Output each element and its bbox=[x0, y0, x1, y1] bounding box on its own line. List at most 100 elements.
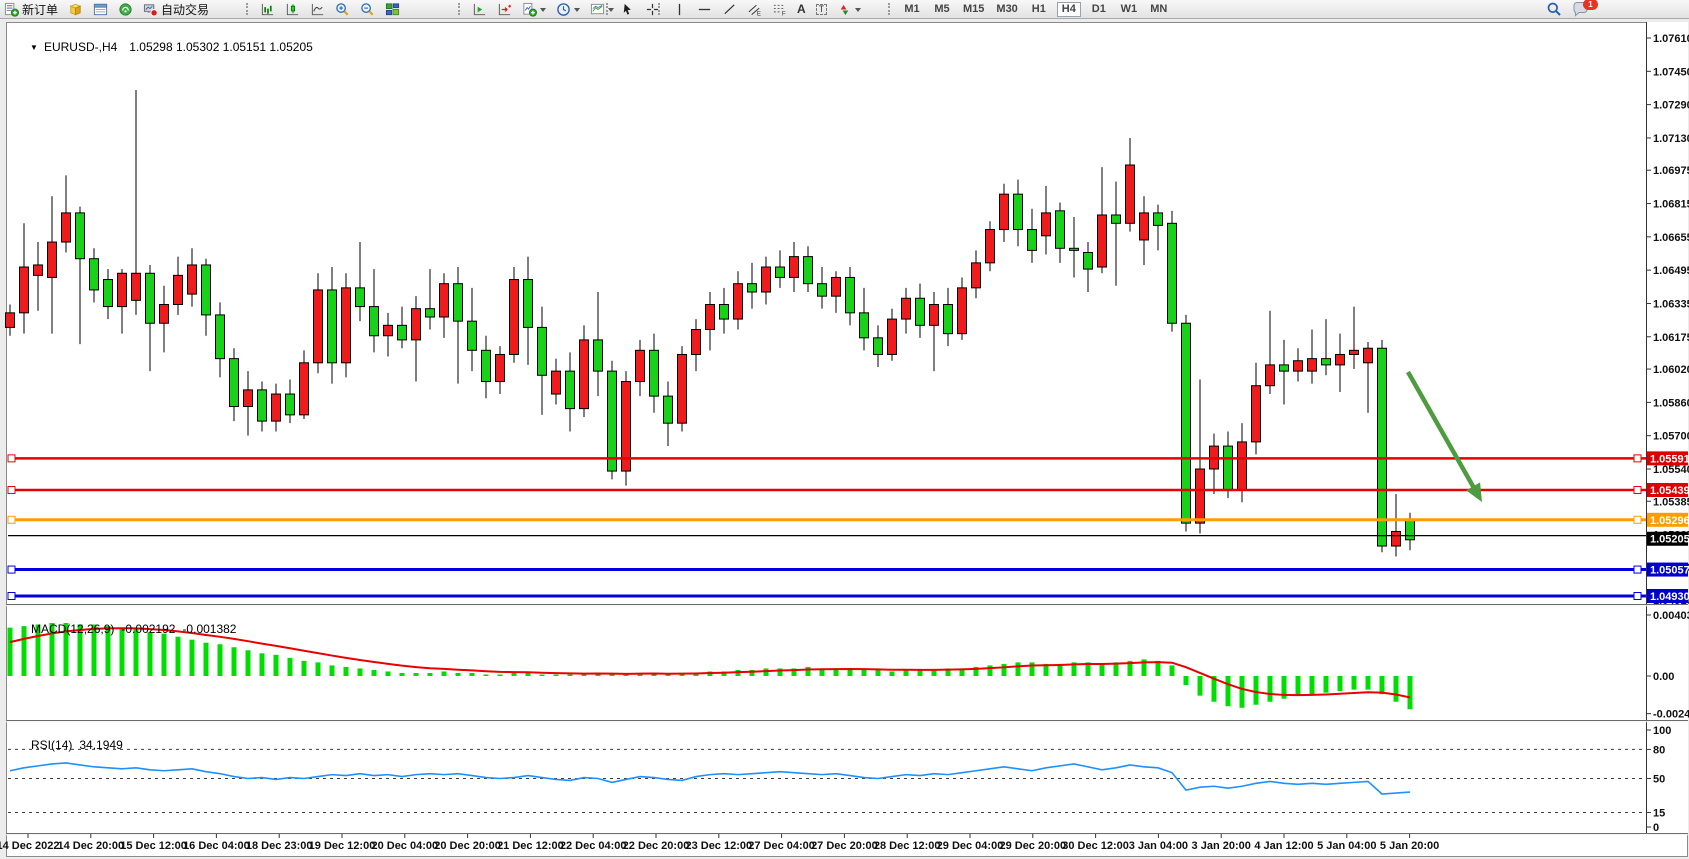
time-tick-label: 28 Dec 12:00 bbox=[874, 840, 941, 852]
line-handle[interactable] bbox=[8, 516, 15, 523]
timeframe-w1[interactable]: W1 bbox=[1117, 2, 1141, 17]
time-tick-label: 4 Jan 12:00 bbox=[1254, 840, 1313, 852]
clock-icon bbox=[556, 2, 571, 17]
cursor-arrow-icon bbox=[620, 2, 635, 17]
time-tick-label: 5 Jan 20:00 bbox=[1380, 840, 1439, 852]
market-watch-button[interactable] bbox=[66, 1, 85, 17]
new-chart-button[interactable] bbox=[520, 1, 548, 17]
market-watch-icon bbox=[68, 2, 83, 17]
zoom-out-button[interactable] bbox=[358, 1, 377, 17]
timeframe-d1[interactable]: D1 bbox=[1087, 2, 1111, 17]
template-icon bbox=[590, 2, 605, 17]
rsi-indicator-label: RSI(14) 34.1949 bbox=[11, 724, 123, 766]
price-tick-label: 1.06655 bbox=[1653, 232, 1689, 244]
vertical-line-button[interactable] bbox=[670, 1, 689, 17]
timeframe-h4[interactable]: H4 bbox=[1057, 2, 1081, 17]
text-tool-icon: A bbox=[797, 2, 806, 16]
line-chart-button[interactable] bbox=[308, 1, 327, 17]
svg-text:E: E bbox=[757, 10, 761, 16]
horizontal-line-icon bbox=[697, 2, 712, 17]
price-tag: 1.05296 bbox=[1647, 513, 1689, 527]
horizontal-line-button[interactable] bbox=[695, 1, 714, 17]
chart-window: 1.076101.074501.072901.071301.069751.068… bbox=[0, 19, 1689, 859]
equidistant-channel-button[interactable]: E bbox=[745, 1, 764, 17]
price-tag: 1.05439 bbox=[1647, 483, 1689, 497]
fibonacci-icon: F bbox=[772, 2, 787, 17]
price-tag: 1.05205 bbox=[1647, 532, 1689, 546]
rsi-axis-label: 100 bbox=[1653, 725, 1671, 737]
time-tick-label: 14 Dec 20:00 bbox=[57, 840, 124, 852]
line-handle[interactable] bbox=[1634, 455, 1641, 462]
line-handle[interactable] bbox=[8, 593, 15, 600]
data-window-button[interactable] bbox=[91, 1, 110, 17]
line-handle[interactable] bbox=[1634, 487, 1641, 494]
time-tick-label: 16 Dec 04:00 bbox=[183, 840, 250, 852]
cursor-toolbar-group bbox=[606, 0, 662, 18]
metatrader-window: 新订单 bbox=[0, 0, 1689, 859]
arrows-button[interactable] bbox=[835, 1, 863, 17]
timeframe-m1[interactable]: M1 bbox=[900, 2, 924, 17]
timeframe-m15[interactable]: M15 bbox=[960, 2, 987, 17]
price-tick-label: 1.06175 bbox=[1653, 332, 1689, 344]
time-tick-label: 29 Dec 20:00 bbox=[999, 840, 1066, 852]
search-icon bbox=[1546, 1, 1562, 17]
symbol-info-line: ▼EURUSD-,H41.05298 1.05302 1.05151 1.052… bbox=[10, 26, 313, 68]
timeframe-m5[interactable]: M5 bbox=[930, 2, 954, 17]
time-tick-label: 29 Dec 04:00 bbox=[937, 840, 1004, 852]
fibonacci-button[interactable]: F bbox=[770, 1, 789, 17]
line-handle[interactable] bbox=[1634, 516, 1641, 523]
periods-button[interactable] bbox=[554, 1, 582, 17]
line-handle[interactable] bbox=[8, 566, 15, 573]
navigator-button[interactable] bbox=[116, 1, 135, 17]
timeframe-h1[interactable]: H1 bbox=[1027, 2, 1051, 17]
line-handle[interactable] bbox=[1634, 593, 1641, 600]
text-label-button[interactable]: T bbox=[814, 1, 830, 17]
rsi-name: RSI(14) bbox=[31, 738, 72, 752]
time-tick-label: 21 Dec 12:00 bbox=[497, 840, 564, 852]
periods-caret-icon bbox=[574, 8, 580, 15]
macd-axis-label: -0.002489 bbox=[1653, 709, 1689, 721]
chart-shift-icon bbox=[472, 2, 487, 17]
price-tick-label: 1.06495 bbox=[1653, 265, 1689, 277]
auto-scroll-button[interactable] bbox=[495, 1, 514, 17]
svg-text:1.05591: 1.05591 bbox=[1650, 453, 1689, 465]
chart-shift-button[interactable] bbox=[470, 1, 489, 17]
auto-scroll-icon bbox=[497, 2, 512, 17]
time-tick-label: 22 Dec 04:00 bbox=[560, 840, 627, 852]
chart-plot-area[interactable] bbox=[7, 23, 1646, 604]
time-tick-label: 19 Dec 12:00 bbox=[309, 840, 376, 852]
time-tick-label: 30 Dec 12:00 bbox=[1062, 840, 1129, 852]
trendline-button[interactable] bbox=[720, 1, 739, 17]
macd-axis-label: 0.00 bbox=[1653, 671, 1674, 683]
new-order-button[interactable]: 新订单 bbox=[2, 1, 60, 17]
timeframe-m30[interactable]: M30 bbox=[993, 2, 1020, 17]
search-button[interactable] bbox=[1544, 1, 1564, 17]
data-window-icon bbox=[93, 2, 108, 17]
zoom-in-button[interactable] bbox=[333, 1, 352, 17]
main-toolbar: 新订单 bbox=[0, 0, 1689, 19]
cursor-button[interactable] bbox=[618, 1, 637, 17]
line-handle[interactable] bbox=[8, 455, 15, 462]
autotrading-button[interactable]: 自动交易 bbox=[141, 1, 211, 17]
svg-text:1.05057: 1.05057 bbox=[1650, 565, 1689, 577]
bar-chart-button[interactable] bbox=[258, 1, 277, 17]
rsi-value: 34.1949 bbox=[79, 738, 122, 752]
candlestick-chart-icon bbox=[285, 2, 300, 17]
autotrading-icon bbox=[143, 2, 158, 17]
line-handle[interactable] bbox=[1634, 566, 1641, 573]
timeframe-mn[interactable]: MN bbox=[1147, 2, 1171, 17]
svg-text:1.04930: 1.04930 bbox=[1650, 591, 1689, 603]
line-handle[interactable] bbox=[8, 487, 15, 494]
one-click-trading-toggle-icon[interactable]: ▼ bbox=[30, 43, 38, 52]
time-tick-label: 27 Dec 04:00 bbox=[748, 840, 815, 852]
tile-windows-button[interactable] bbox=[383, 1, 402, 17]
time-tick-label: 3 Jan 04:00 bbox=[1129, 840, 1188, 852]
candlestick-chart-button[interactable] bbox=[283, 1, 302, 17]
price-tag: 1.05591 bbox=[1647, 451, 1689, 465]
price-tick-label: 1.05385 bbox=[1653, 496, 1689, 508]
time-tick-label: 14 Dec 2022 bbox=[0, 840, 60, 852]
price-tick-label: 1.07450 bbox=[1653, 66, 1689, 78]
zoom-in-icon bbox=[335, 2, 350, 17]
chat-button[interactable]: 1 bbox=[1570, 1, 1591, 17]
text-tool-button[interactable]: A bbox=[795, 1, 808, 17]
